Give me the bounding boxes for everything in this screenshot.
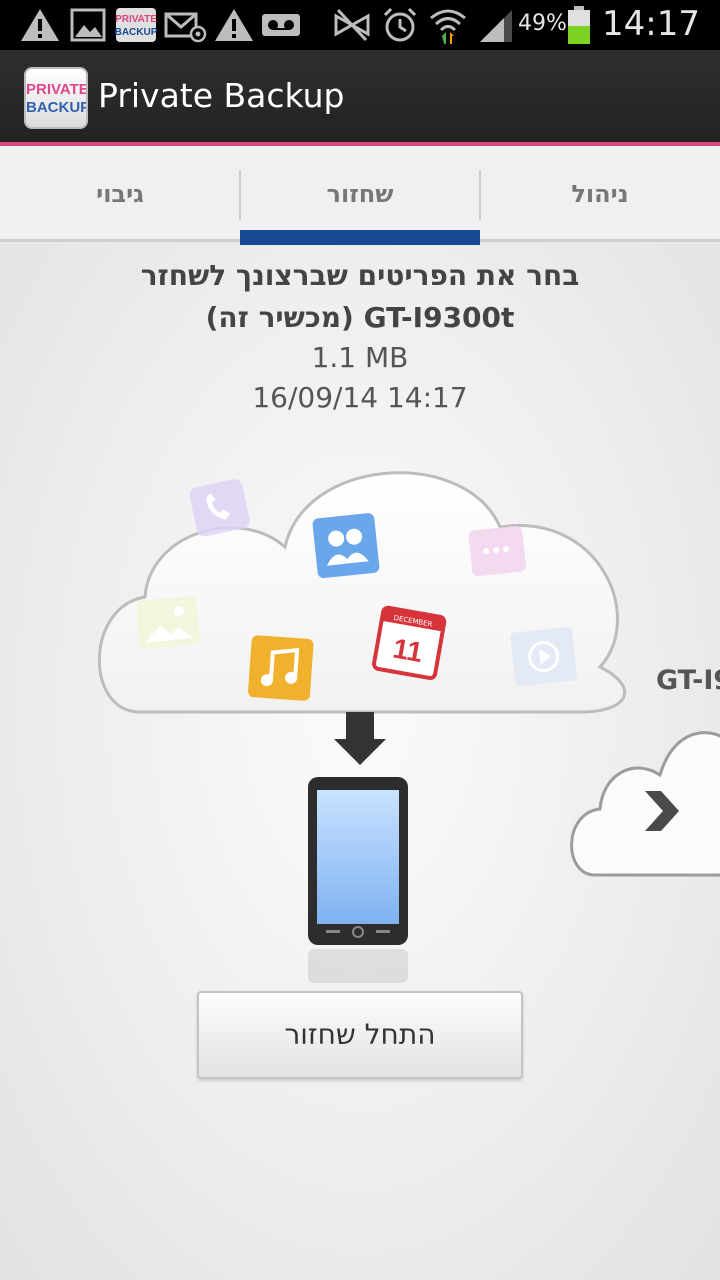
video-icon [510, 626, 577, 687]
battery-percent: 49% [518, 11, 567, 36]
calendar-icon: DECEMBER 11 [372, 605, 447, 681]
backup-size: 1.1 MB [311, 341, 409, 374]
app-title: Private Backup [98, 76, 345, 115]
email-icon [164, 12, 207, 43]
svg-text:PRIVATE: PRIVATE [115, 14, 157, 25]
next-device-button[interactable] [565, 713, 720, 883]
action-bar: PRIVATE BACKUP Private Backup [0, 50, 720, 146]
arrow-down-icon [334, 712, 386, 765]
signal-icon [480, 10, 512, 42]
wifi-icon [430, 9, 466, 44]
contacts-icon [312, 513, 380, 579]
next-device-label: GT-I9 [656, 665, 720, 696]
device-name: GT-I9300t (מכשיר זה) [205, 301, 515, 334]
private-backup-icon: PRIVATE BACKUP [115, 8, 158, 42]
music-icon [248, 635, 314, 701]
cloud-illustration[interactable]: DECEMBER 11 [80, 437, 640, 997]
image-icon [70, 8, 106, 42]
voicemail-icon [262, 14, 300, 36]
warning-icon [215, 9, 253, 41]
phone-icon [308, 777, 408, 983]
tab-manage[interactable]: ניהול [480, 146, 720, 242]
gallery-icon [136, 596, 200, 649]
clock: 14:17 [602, 4, 700, 44]
instruction-text: בחר את הפריטים שברצונך לשחזר [140, 259, 580, 292]
tab-bar: גיבוי שחזור ניהול [0, 146, 720, 245]
warning-icon [21, 9, 59, 41]
battery-icon [568, 6, 590, 44]
app-logo[interactable]: PRIVATE BACKUP [24, 67, 88, 129]
tab-restore[interactable]: שחזור [240, 146, 480, 245]
mute-icon [334, 8, 370, 42]
status-bar: PRIVATE BACKUP 49% 14:17 [0, 0, 720, 50]
message-icon [468, 525, 526, 577]
alarm-icon [383, 7, 417, 42]
start-restore-button[interactable]: התחל שחזור [197, 991, 523, 1079]
backup-date: 16/09/14 14:17 [252, 381, 468, 414]
svg-text:BACKUP: BACKUP [115, 27, 158, 38]
restore-panel: בחר את הפריטים שברצונך לשחזר GT-I9300t (… [0, 245, 720, 1280]
tab-backup[interactable]: גיבוי [0, 146, 240, 242]
calendar-day: 11 [391, 632, 426, 668]
